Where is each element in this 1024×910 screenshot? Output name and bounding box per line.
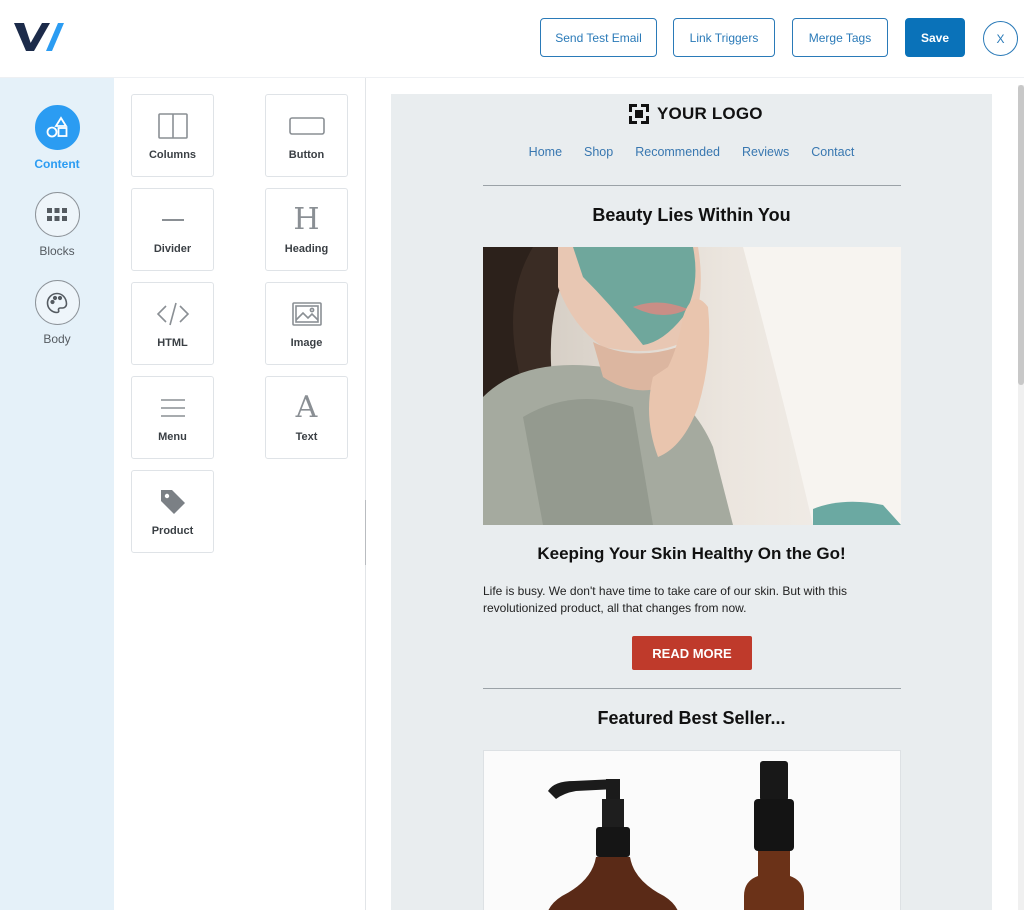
rail-item-content[interactable]: Content: [0, 105, 114, 171]
tool-label: Image: [290, 337, 323, 349]
tool-label: Divider: [153, 243, 192, 255]
menu-icon: [159, 393, 187, 423]
tool-label: Columns: [148, 149, 197, 161]
tool-html[interactable]: HTML: [131, 282, 214, 365]
tool-menu[interactable]: Menu: [131, 376, 214, 459]
rail-item-body[interactable]: Body: [0, 280, 114, 346]
tool-button[interactable]: Button: [265, 94, 348, 177]
close-button[interactable]: X: [983, 21, 1018, 56]
email-divider[interactable]: [483, 185, 901, 186]
email-logo-text: YOUR LOGO: [657, 104, 763, 123]
tool-label: Product: [151, 525, 194, 537]
palette-icon: [34, 280, 80, 325]
top-toolbar: Send Test Email Link Triggers Merge Tags…: [0, 0, 1024, 78]
email-subheadline[interactable]: Keeping Your Skin Healthy On the Go!: [391, 544, 992, 564]
image-icon: [291, 299, 322, 329]
tool-heading[interactable]: H Heading: [265, 188, 348, 271]
merge-tags-button[interactable]: Merge Tags: [792, 18, 888, 57]
canvas-scrollbar-thumb[interactable]: [1018, 85, 1024, 385]
email-nav-menu: Home Shop Recommended Reviews Contact: [391, 145, 992, 159]
tool-image[interactable]: Image: [265, 282, 348, 365]
button-icon: [288, 111, 325, 141]
shapes-icon: [34, 105, 80, 150]
product-image[interactable]: [483, 750, 901, 910]
email-nav-reviews[interactable]: Reviews: [731, 145, 800, 159]
tool-label: Menu: [158, 431, 187, 443]
tool-product[interactable]: Product: [131, 470, 214, 553]
email-headline[interactable]: Beauty Lies Within You: [391, 205, 992, 226]
app-logo: [14, 23, 64, 51]
hero-image[interactable]: [483, 247, 901, 525]
read-more-button[interactable]: READ MORE: [632, 636, 752, 670]
logo-mark-icon: [629, 104, 649, 124]
content-tools-panel: Columns Button Divider H Heading HTML Im…: [114, 78, 366, 910]
text-icon: A: [295, 390, 318, 425]
featured-heading[interactable]: Featured Best Seller...: [391, 708, 992, 729]
code-icon: [156, 299, 190, 329]
email-nav-contact[interactable]: Contact: [800, 145, 865, 159]
tool-divider[interactable]: Divider: [131, 188, 214, 271]
email-body-text[interactable]: Life is busy. We don't have time to take…: [483, 583, 903, 617]
email-divider[interactable]: [483, 688, 901, 689]
email-nav-shop[interactable]: Shop: [573, 145, 624, 159]
grid-icon: [34, 192, 80, 237]
columns-icon: [157, 111, 188, 141]
rail-label-content: Content: [34, 157, 80, 171]
email-preview: YOUR LOGO Home Shop Recommended Reviews …: [391, 94, 992, 910]
link-triggers-button[interactable]: Link Triggers: [673, 18, 775, 57]
tool-label: Button: [288, 149, 325, 161]
rail-label-body: Body: [43, 332, 71, 346]
tool-text[interactable]: A Text: [265, 376, 348, 459]
heading-icon: H: [293, 202, 320, 237]
tag-icon: [158, 487, 188, 517]
rail-label-blocks: Blocks: [39, 244, 75, 258]
send-test-email-button[interactable]: Send Test Email: [540, 18, 657, 57]
tool-columns[interactable]: Columns: [131, 94, 214, 177]
left-rail: Content Blocks Body: [0, 78, 114, 910]
email-nav-home[interactable]: Home: [518, 145, 573, 159]
rail-item-blocks[interactable]: Blocks: [0, 192, 114, 258]
tool-label: Text: [295, 431, 318, 443]
email-nav-recommended[interactable]: Recommended: [624, 145, 731, 159]
divider-icon: [160, 205, 186, 235]
tool-label: HTML: [157, 337, 188, 349]
tool-label: Heading: [284, 243, 329, 255]
email-logo[interactable]: YOUR LOGO: [629, 104, 763, 124]
save-button[interactable]: Save: [905, 18, 965, 57]
